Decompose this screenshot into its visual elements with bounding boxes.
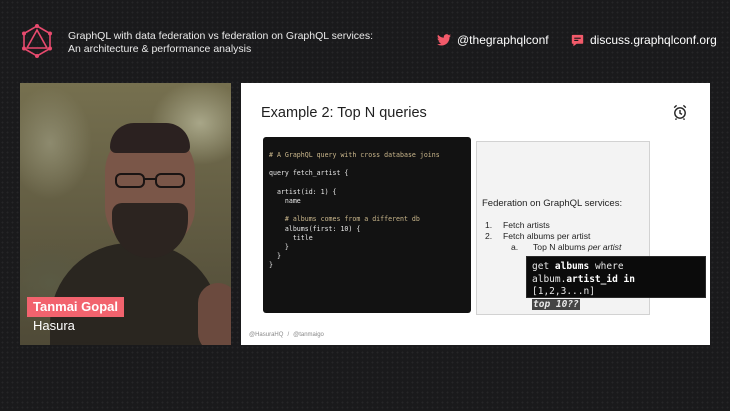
list-subitem: a. Top N albums per artist [485, 242, 621, 253]
list-item: 1. Fetch artists [485, 220, 621, 231]
list-text: Fetch artists [503, 220, 550, 230]
graphql-code: # A GraphQL query with cross database jo… [269, 151, 440, 271]
speaker-name-tag: Tanmai Gopal [27, 297, 124, 317]
speaker-hair [110, 123, 190, 153]
overlay-highlight: top 10?? [532, 298, 580, 310]
overlay-keyword: albums [554, 261, 590, 272]
speaker-hand [198, 283, 231, 345]
list-subtext: Top N albums per artist [533, 242, 622, 252]
code-panel: # A GraphQL query with cross database jo… [263, 137, 471, 313]
event-title: GraphQL with data federation vs federati… [68, 30, 388, 56]
notes-list: 1. Fetch artists 2. Fetch albums per art… [485, 220, 621, 253]
sql-annotation-overlay: get albums where album.artist_id in [1,2… [526, 256, 706, 310]
emphasis-text: per artist [587, 242, 622, 252]
chat-icon [571, 34, 584, 46]
event-title-line-1: GraphQL with data federation vs federati… [68, 30, 374, 42]
event-title-line-2: An architecture & performance analysis [68, 43, 252, 55]
code-line: name [284, 197, 301, 206]
footer-handle-1: @HasuraHQ [249, 332, 284, 338]
list-text: Fetch albums per artist [503, 231, 591, 241]
overlay-line-3: top 10?? [532, 298, 700, 312]
code-line: } [269, 261, 273, 270]
footer-separator: / [287, 332, 290, 338]
list-number: 1. [485, 220, 493, 230]
overlay-line-1: get albums where [532, 261, 624, 272]
list-number: 2. [485, 231, 493, 241]
code-line: albums(first: 10) { [284, 224, 361, 233]
slide-title: Example 2: Top N queries [261, 105, 427, 121]
list-letter: a. [511, 242, 519, 252]
code-line: title [292, 233, 313, 242]
notes-heading: Federation on GraphQL services: [482, 198, 623, 209]
discuss-url: discuss.graphqlconf.org [590, 33, 717, 47]
slide-footer: @HasuraHQ / @tanmaigo [249, 332, 324, 338]
conference-header: GraphQL with data federation vs federati… [0, 0, 730, 80]
twitter-icon [437, 34, 451, 46]
overlay-field: artist_id [566, 273, 618, 285]
twitter-link[interactable]: @thegraphqlconf [437, 33, 549, 47]
discuss-link[interactable]: discuss.graphqlconf.org [571, 33, 717, 47]
alarm-clock-icon [673, 104, 687, 120]
graphql-conf-logo [22, 24, 52, 58]
speaker-glasses [115, 173, 185, 188]
code-line: } [276, 252, 281, 261]
twitter-handle: @thegraphqlconf [457, 33, 549, 47]
code-comment: # A GraphQL query with cross database jo… [269, 151, 440, 159]
overlay-line-2: album.artist_id in [1,2,3...n] [532, 273, 635, 298]
code-line: query fetch_artist { [269, 169, 349, 178]
speaker-company: Hasura [33, 318, 75, 333]
code-comment: # albums comes from a different db [284, 215, 420, 224]
list-item: 2. Fetch albums per artist [485, 231, 621, 242]
code-line: } [284, 243, 289, 252]
footer-handle-2: @tanmaigo [293, 332, 324, 338]
code-line: artist(id: 1) { [276, 187, 337, 196]
